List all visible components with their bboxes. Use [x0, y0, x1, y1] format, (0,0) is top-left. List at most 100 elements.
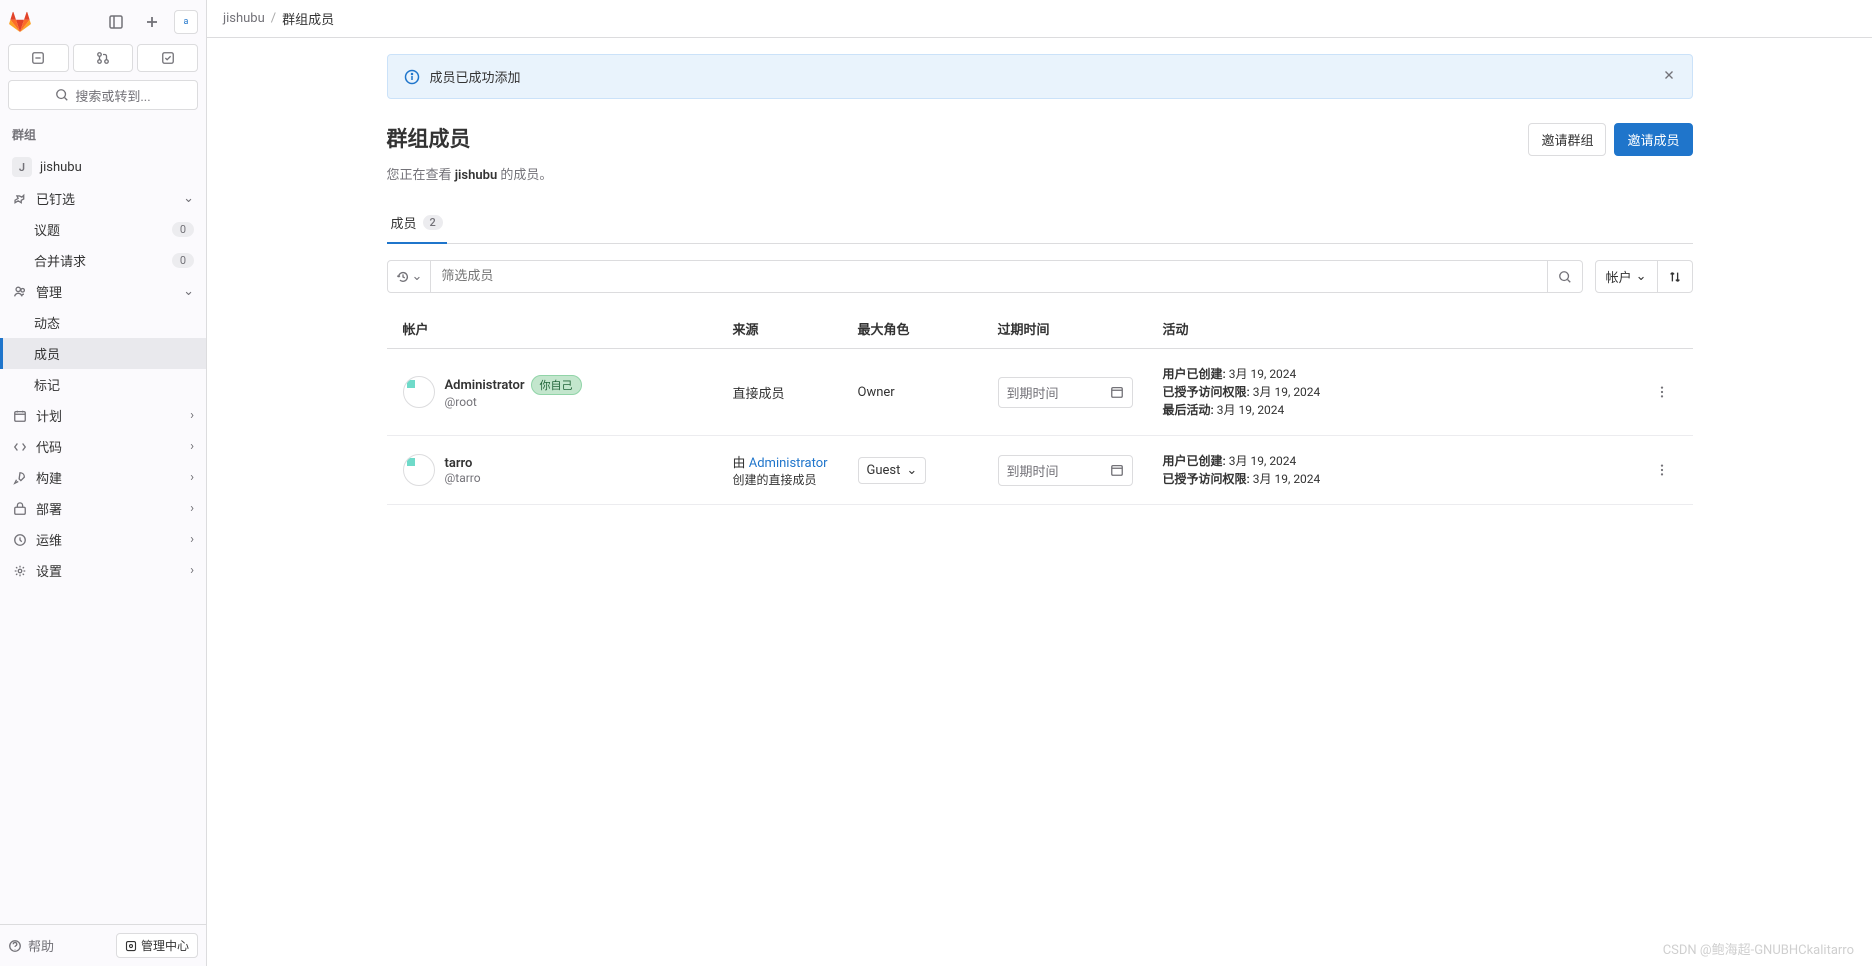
- breadcrumb-group[interactable]: jishubu: [223, 11, 265, 26]
- user-avatar[interactable]: a: [174, 10, 198, 34]
- collapse-sidebar-icon[interactable]: [102, 8, 130, 36]
- col-activity: 活动: [1163, 319, 1647, 338]
- member-role: Owner: [858, 385, 998, 400]
- you-badge: 你自己: [531, 375, 582, 395]
- sort-field-button[interactable]: 帐户 ⌄: [1595, 260, 1658, 293]
- members-count-badge: 2: [423, 215, 443, 230]
- gear-icon: [12, 563, 28, 579]
- source-creator-link[interactable]: Administrator: [749, 456, 828, 471]
- nav-labels[interactable]: 标记: [0, 369, 206, 400]
- col-role: 最大角色: [858, 319, 998, 338]
- chevron-right-icon: ›: [190, 439, 194, 454]
- deploy-icon: [12, 501, 28, 517]
- section-groups: 群组: [0, 118, 206, 151]
- history-icon: [396, 270, 410, 284]
- people-icon: [12, 284, 28, 300]
- admin-icon: [125, 940, 137, 952]
- row-actions-menu[interactable]: [1647, 463, 1677, 477]
- group-link[interactable]: J jishubu: [0, 151, 206, 183]
- nav-merge-requests[interactable]: 合并请求 0: [0, 245, 206, 276]
- page-subtitle: 您正在查看 jishubu 的成员。: [387, 164, 1693, 183]
- chevron-down-icon: ⌄: [1636, 269, 1647, 284]
- pin-icon: [12, 191, 28, 207]
- search-icon: [55, 88, 69, 102]
- chevron-down-icon: ⌄: [906, 463, 917, 478]
- invite-group-button[interactable]: 邀请群组: [1528, 123, 1606, 156]
- create-new-icon[interactable]: [138, 8, 166, 36]
- filter-history-button[interactable]: ⌄: [387, 260, 432, 293]
- member-name[interactable]: tarro: [445, 456, 473, 471]
- sidebar: a 搜索或转到... 群组 J jishubu 已钉选 ⌄ 议题 0 合并请求: [0, 0, 207, 966]
- tab-members[interactable]: 成员 2: [387, 203, 447, 244]
- calendar-icon: [12, 408, 28, 424]
- invite-member-button[interactable]: 邀请成员: [1614, 123, 1692, 156]
- col-account: 帐户: [403, 319, 733, 338]
- issues-shortcut[interactable]: [8, 44, 69, 72]
- row-actions-menu[interactable]: [1647, 385, 1677, 399]
- search-icon: [1558, 270, 1572, 284]
- nav-code[interactable]: 代码 ›: [0, 431, 206, 462]
- mr-count: 0: [172, 253, 194, 268]
- kebab-icon: [1655, 385, 1669, 399]
- chevron-right-icon: ›: [190, 408, 194, 423]
- table-row: Administrator 你自己 @root 直接成员 Owner 到期时间: [387, 349, 1693, 436]
- issues-count: 0: [172, 222, 194, 237]
- avatar[interactable]: [403, 376, 435, 408]
- member-name[interactable]: Administrator: [445, 378, 525, 393]
- nav-build[interactable]: 构建 ›: [0, 462, 206, 493]
- nav-deploy[interactable]: 部署 ›: [0, 493, 206, 524]
- nav-operate[interactable]: 运维 ›: [0, 524, 206, 555]
- tabs: 成员 2: [387, 203, 1693, 244]
- expiration-input[interactable]: 到期时间: [998, 455, 1133, 486]
- nav-manage[interactable]: 管理 ⌄: [0, 276, 206, 307]
- nav-activity[interactable]: 动态: [0, 307, 206, 338]
- success-alert: 成员已成功添加: [387, 54, 1693, 99]
- members-table: 帐户 来源 最大角色 过期时间 活动 Administrator 你自己: [387, 309, 1693, 505]
- close-icon[interactable]: [1662, 68, 1676, 86]
- search-placeholder: 搜索或转到...: [75, 86, 150, 105]
- nav-settings[interactable]: 设置 ›: [0, 555, 206, 586]
- expiration-input[interactable]: 到期时间: [998, 377, 1133, 408]
- group-name: jishubu: [40, 160, 194, 175]
- info-icon: [404, 69, 420, 85]
- col-source: 来源: [733, 319, 858, 338]
- code-icon: [12, 439, 28, 455]
- breadcrumb: jishubu / 群组成员: [207, 0, 1872, 38]
- nav-issues[interactable]: 议题 0: [0, 214, 206, 245]
- nav-pinned[interactable]: 已钉选 ⌄: [0, 183, 206, 214]
- sort-icon: [1668, 270, 1682, 284]
- breadcrumb-page: 群组成员: [282, 9, 334, 28]
- chevron-right-icon: ›: [190, 563, 194, 578]
- nav-plan[interactable]: 计划 ›: [0, 400, 206, 431]
- rocket-icon: [12, 470, 28, 486]
- kebab-icon: [1655, 463, 1669, 477]
- member-username: @root: [445, 395, 582, 409]
- help-icon: [8, 939, 22, 953]
- group-avatar: J: [12, 157, 32, 177]
- col-expiration: 过期时间: [998, 319, 1163, 338]
- nav-members[interactable]: 成员: [0, 338, 206, 369]
- filter-search-button[interactable]: [1548, 260, 1583, 293]
- filter-input[interactable]: [431, 260, 1547, 293]
- chevron-down-icon: ⌄: [183, 191, 194, 206]
- sort-direction-button[interactable]: [1658, 260, 1693, 293]
- chevron-right-icon: ›: [190, 532, 194, 547]
- alert-text: 成员已成功添加: [430, 67, 1652, 86]
- chevron-down-icon: ⌄: [183, 284, 194, 299]
- help-link[interactable]: 帮助: [8, 936, 54, 955]
- chevron-right-icon: ›: [190, 501, 194, 516]
- calendar-icon: [1110, 463, 1124, 477]
- table-row: tarro @tarro 由 Administrator 创建的直接成员 Gue…: [387, 436, 1693, 505]
- avatar[interactable]: [403, 454, 435, 486]
- merge-requests-shortcut[interactable]: [73, 44, 134, 72]
- calendar-icon: [1110, 385, 1124, 399]
- role-select[interactable]: Guest ⌄: [858, 457, 927, 484]
- member-username: @tarro: [445, 471, 481, 485]
- todos-shortcut[interactable]: [137, 44, 198, 72]
- page-title: 群组成员: [387, 123, 471, 153]
- gitlab-logo[interactable]: [8, 10, 32, 34]
- admin-button[interactable]: 管理中心: [116, 933, 198, 958]
- member-source: 直接成员: [733, 383, 858, 402]
- chevron-down-icon: ⌄: [412, 269, 423, 284]
- search-input[interactable]: 搜索或转到...: [8, 80, 198, 110]
